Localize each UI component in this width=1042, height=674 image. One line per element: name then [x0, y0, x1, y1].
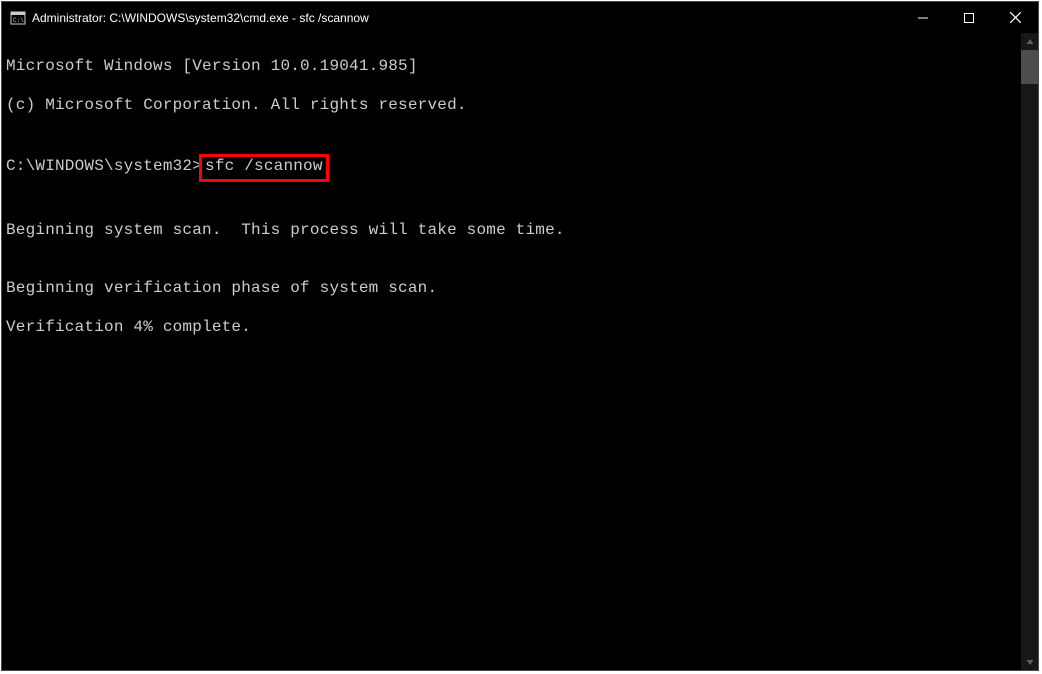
cmd-icon: C:\	[10, 10, 26, 26]
scroll-up-arrow-icon[interactable]	[1021, 33, 1038, 50]
svg-text:C:\: C:\	[13, 17, 24, 24]
output-line: (c) Microsoft Corporation. All rights re…	[6, 96, 1021, 116]
window-title: Administrator: C:\WINDOWS\system32\cmd.e…	[32, 11, 369, 25]
vertical-scrollbar[interactable]	[1021, 33, 1038, 670]
prompt-prefix: C:\WINDOWS\system32>	[6, 157, 202, 175]
titlebar[interactable]: C:\ Administrator: C:\WINDOWS\system32\c…	[2, 2, 1038, 33]
output-line: Microsoft Windows [Version 10.0.19041.98…	[6, 57, 1021, 77]
scroll-down-arrow-icon[interactable]	[1021, 653, 1038, 670]
output-line: Beginning verification phase of system s…	[6, 279, 1021, 299]
content-area: Microsoft Windows [Version 10.0.19041.98…	[2, 33, 1038, 670]
highlighted-command: sfc /scannow	[199, 154, 329, 182]
prompt-line: C:\WINDOWS\system32>sfc /scannow	[6, 154, 1021, 182]
terminal-output[interactable]: Microsoft Windows [Version 10.0.19041.98…	[2, 33, 1021, 670]
maximize-button[interactable]	[946, 2, 992, 33]
cmd-window: C:\ Administrator: C:\WINDOWS\system32\c…	[1, 1, 1039, 671]
output-line: Verification 4% complete.	[6, 318, 1021, 338]
scroll-track[interactable]	[1021, 50, 1038, 653]
output-line: Beginning system scan. This process will…	[6, 221, 1021, 241]
close-button[interactable]	[992, 2, 1038, 33]
minimize-button[interactable]	[900, 2, 946, 33]
scroll-thumb[interactable]	[1021, 50, 1038, 84]
window-controls	[900, 2, 1038, 33]
